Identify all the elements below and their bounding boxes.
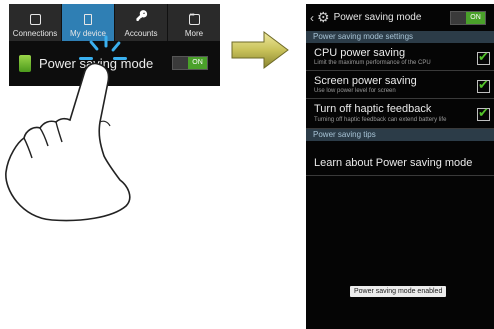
power-saving-master-toggle[interactable]: ON (450, 11, 486, 25)
action-bar: ‹ ⚙ Power saving mode ON (306, 4, 494, 31)
setting-subtitle: Turning off haptic feedback can extend b… (314, 117, 447, 123)
connections-icon (29, 14, 41, 25)
setting-cpu-power-saving[interactable]: CPU power saving Limit the maximum perfo… (306, 43, 494, 71)
setting-screen-power-saving[interactable]: Screen power saving Use low power level … (306, 71, 494, 99)
page-title: Power saving mode (333, 12, 422, 23)
tab-my-device-label: My device (69, 29, 106, 38)
tab-accounts-label: Accounts (124, 29, 158, 38)
setting-subtitle: Limit the maximum performance of the CPU (314, 60, 431, 66)
right-arrow-icon (231, 31, 289, 69)
pointing-hand-icon (5, 62, 131, 222)
setting-title: CPU power saving (314, 47, 406, 59)
tab-more-label: More (184, 29, 204, 38)
checkbox-checked[interactable] (477, 77, 490, 93)
setting-title: Turn off haptic feedback (314, 103, 432, 115)
setting-haptic-feedback[interactable]: Turn off haptic feedback Turning off hap… (306, 99, 494, 129)
back-icon[interactable]: ‹ (310, 11, 314, 25)
setting-title: Screen power saving (314, 75, 417, 87)
gear-icon: ⚙ (317, 9, 330, 25)
tips-section-header: Power saving tips (306, 129, 494, 141)
settings-tabs: Connections My device Accounts More (9, 4, 220, 41)
checkbox-checked[interactable] (477, 49, 490, 65)
key-icon (136, 14, 147, 25)
learn-about-link[interactable]: Learn about Power saving mode (306, 141, 494, 176)
toggle-on-label: ON (466, 12, 485, 24)
tap-ray (104, 35, 108, 48)
power-saving-toggle[interactable]: ON (172, 56, 208, 70)
tab-connections[interactable]: Connections (9, 4, 62, 41)
tab-accounts[interactable]: Accounts (115, 4, 168, 41)
toast-message: Power saving mode enabled (350, 286, 447, 297)
device-icon (84, 14, 92, 25)
power-saving-screen: ‹ ⚙ Power saving mode ON Power saving mo… (306, 4, 494, 329)
checkbox-checked[interactable] (477, 105, 490, 121)
tab-connections-label: Connections (12, 29, 58, 38)
setting-subtitle: Use low power level for screen (314, 88, 396, 94)
toggle-on-label: ON (188, 57, 207, 69)
settings-section-header: Power saving mode settings (306, 31, 494, 43)
tab-more[interactable]: More (168, 4, 220, 41)
more-icon (188, 12, 200, 25)
